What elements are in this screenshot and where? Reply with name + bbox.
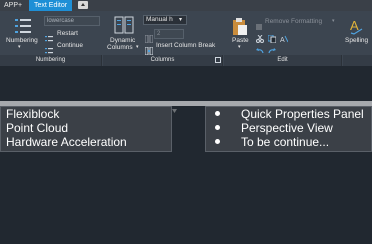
undo-icon[interactable] [256, 42, 264, 54]
bullet-icon [215, 125, 220, 130]
right-text-line: To be continue... [241, 135, 330, 149]
svg-text:A: A [280, 37, 285, 43]
ribbon-panel: Numbering ▾ lowercase Restart Continue N… [0, 11, 372, 66]
dynamic-columns-label-2[interactable]: Columns [107, 44, 133, 51]
ruler-column-marker-icon[interactable] [172, 101, 177, 113]
paste-dropdown-arrow[interactable]: ▾ [238, 44, 241, 50]
numbering-group-label: Numbering [0, 55, 102, 66]
columns-group-label: Columns [103, 55, 223, 66]
cut-icon[interactable] [256, 30, 264, 43]
continue-button[interactable]: Continue [57, 42, 83, 49]
right-text-line: Quick Properties Panel [241, 107, 364, 121]
left-text-line: Flexiblock [6, 107, 60, 121]
find-replace-icon[interactable]: A [280, 30, 289, 44]
numbering-style-field[interactable]: lowercase [44, 16, 100, 26]
left-text-line: Hardware Acceleration [6, 135, 127, 149]
spelling-button[interactable]: Spelling [345, 37, 368, 44]
columns-dialog-launcher-icon[interactable] [215, 57, 221, 63]
remove-formatting-arrow[interactable]: ▾ [332, 18, 335, 24]
dynamic-columns-icon[interactable] [114, 16, 134, 34]
numbering-dropdown-arrow[interactable]: ▾ [18, 44, 21, 50]
remove-formatting-icon[interactable] [255, 18, 263, 30]
restart-icon [45, 30, 53, 42]
restart-button[interactable]: Restart [57, 30, 78, 37]
dynamic-columns-arrow[interactable]: ▾ [136, 44, 139, 50]
tab-text-editor[interactable]: Text Editor [29, 0, 73, 11]
column-count-field[interactable]: 2 [154, 29, 184, 39]
drawing-canvas[interactable] [0, 66, 372, 244]
svg-text:A: A [350, 18, 359, 33]
left-text-line: Point Cloud [6, 121, 69, 135]
paste-button[interactable]: Paste [232, 37, 249, 44]
paste-icon[interactable] [232, 17, 248, 36]
bullet-icon [215, 111, 220, 116]
ribbon-tab-bar: APP+ Text Editor [0, 0, 372, 11]
redo-icon[interactable] [268, 42, 276, 54]
dynamic-columns-label-1[interactable]: Dynamic [110, 37, 135, 44]
spelling-icon[interactable]: A [348, 17, 364, 35]
tab-app-plus[interactable]: APP+ [0, 0, 26, 11]
insert-column-break-icon [144, 42, 154, 56]
right-text-line: Perspective View [241, 121, 333, 135]
bullet-icon [215, 139, 220, 144]
numbering-button[interactable]: Numbering [6, 37, 38, 44]
edit-group-label: Edit [224, 55, 342, 66]
column-count-icon [144, 30, 154, 44]
continue-icon [45, 42, 53, 54]
column-mode-arrow[interactable]: ▾ [179, 16, 182, 23]
numbering-icon[interactable] [14, 17, 32, 35]
spelling-group-footer [343, 55, 372, 66]
collapse-ribbon-icon[interactable] [78, 1, 88, 9]
copy-icon[interactable] [267, 30, 277, 44]
insert-column-break-button[interactable]: Insert Column Break [156, 42, 215, 49]
remove-formatting-button[interactable]: Remove Formatting [265, 18, 322, 25]
